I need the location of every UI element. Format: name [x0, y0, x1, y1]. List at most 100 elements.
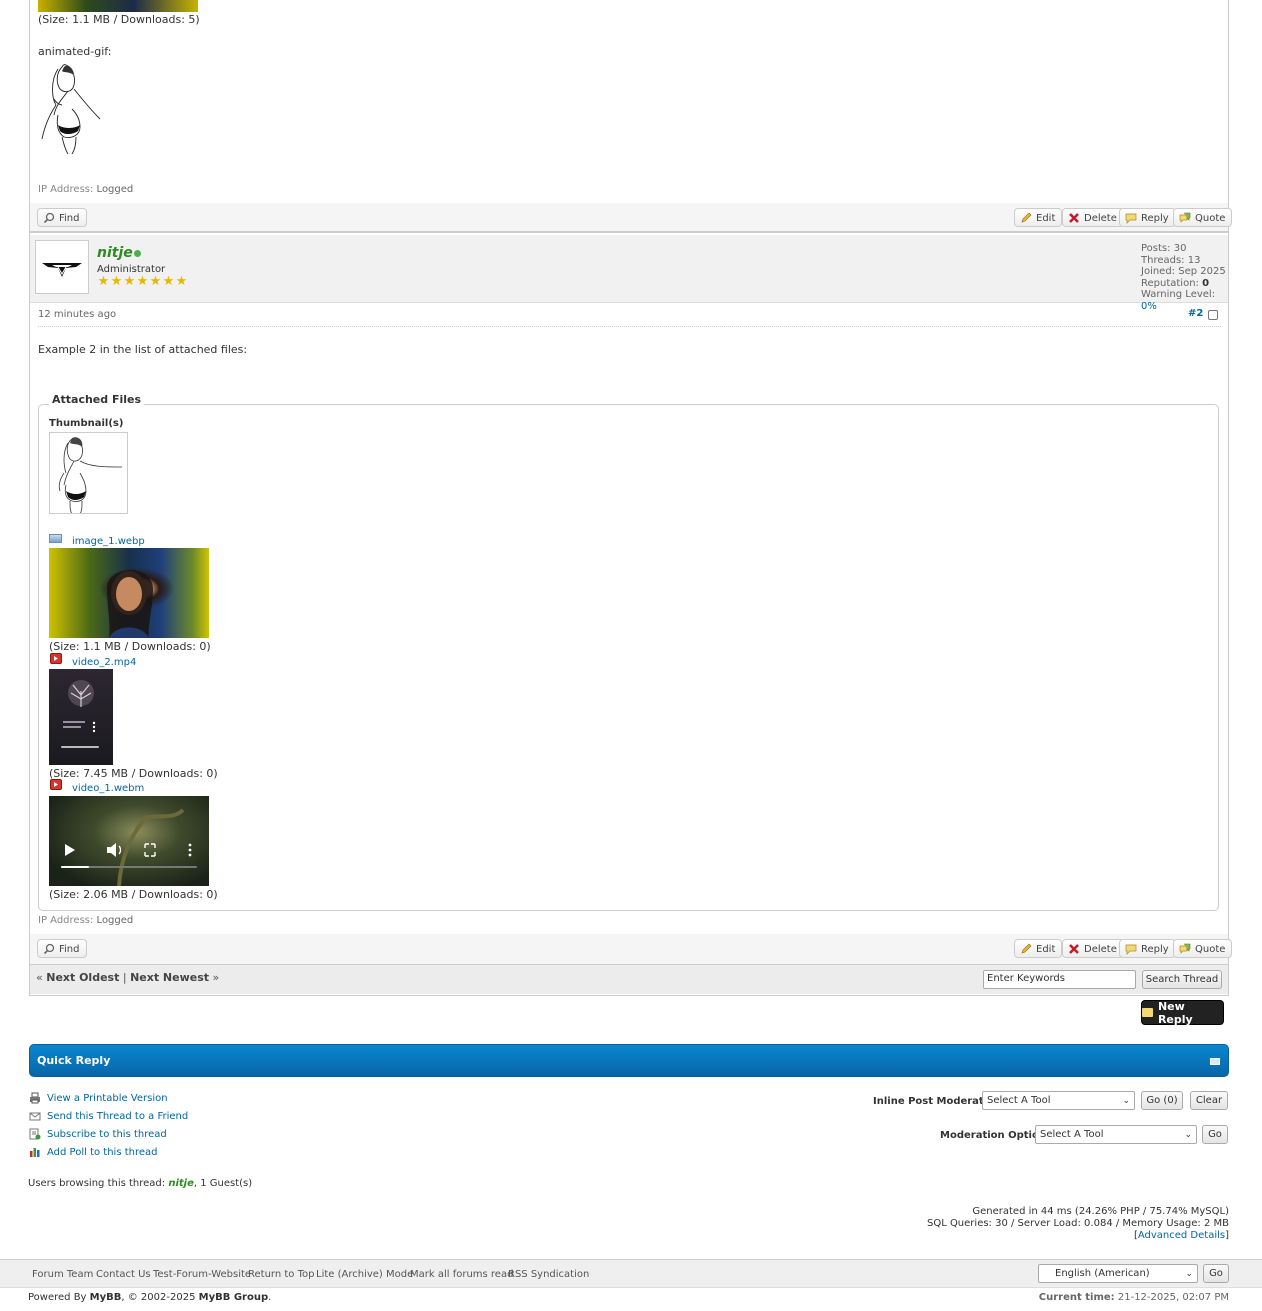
inline-moderation-select[interactable]: Select A Tool ⌄ [982, 1091, 1135, 1110]
post2-edit-label: Edit [1036, 944, 1056, 955]
inline-moderation-go-button[interactable]: Go (0) [1141, 1091, 1183, 1110]
tool-printable-label[interactable]: View a Printable Version [47, 1093, 168, 1104]
footer-links-bar: Forum Team Contact Us Test-Forum-Website… [0, 1259, 1262, 1288]
quick-reply-bar[interactable]: Quick Reply [29, 1044, 1229, 1077]
thread-nav-links: « Next Oldest | Next Newest » [36, 971, 219, 984]
tool-printable[interactable]: View a Printable Version [29, 1089, 188, 1107]
post2-delete-label: Delete [1084, 944, 1117, 955]
advanced-details-link[interactable]: Advanced Details [1138, 1230, 1225, 1241]
thread-posts-container: (Size: 1.1 MB / Downloads: 5) animated-g… [29, 0, 1233, 996]
post2-ip-label: IP Address: [38, 915, 94, 926]
moderation-options-go-button[interactable]: Go [1202, 1125, 1228, 1144]
post1-reply-button[interactable]: Reply [1119, 208, 1176, 227]
footer-link-website[interactable]: Test-Forum-Website [153, 1269, 251, 1280]
powered-by: Powered By MyBB, © 2002-2025 MyBB Group. [28, 1292, 271, 1303]
footer-link-return-top[interactable]: Return to Top [248, 1269, 314, 1280]
next-newest-link[interactable]: Next Newest [130, 971, 209, 984]
post2-permalink[interactable]: #2 [1188, 308, 1203, 319]
search-thread-input[interactable]: Enter Keywords [983, 970, 1136, 989]
attachment-link-video-2[interactable]: video_2.mp4 [72, 657, 136, 668]
tool-subscribe-label[interactable]: Subscribe to this thread [47, 1129, 167, 1140]
post2-find-button[interactable]: Find [37, 939, 87, 958]
inline-moderation-clear-button[interactable]: Clear [1190, 1091, 1228, 1110]
footer-link-lite-mode[interactable]: Lite (Archive) Mode [316, 1269, 413, 1280]
next-oldest-link[interactable]: Next Oldest [46, 971, 119, 984]
current-time-label: Current time: [1038, 1292, 1115, 1303]
star-icon: ★ [97, 274, 110, 289]
image-1-preview[interactable] [49, 548, 209, 638]
video-file-icon [50, 653, 62, 664]
post1-find-button[interactable]: Find [37, 208, 87, 227]
video-2-size: (Size: 7.45 MB / Downloads: 0) [49, 767, 218, 780]
tool-send-friend-label[interactable]: Send this Thread to a Friend [47, 1111, 188, 1122]
moderation-options-select[interactable]: Select A Tool ⌄ [1035, 1125, 1197, 1144]
post1-animated-gif-image[interactable] [38, 59, 108, 155]
new-reply-button[interactable]: New Reply [1141, 1000, 1224, 1026]
users-browsing-suffix: , 1 Guest(s) [193, 1178, 253, 1189]
speech-bubble-icon [1124, 943, 1137, 956]
star-icon: ★ [110, 274, 123, 289]
post2-reply-button[interactable]: Reply [1119, 939, 1176, 958]
subscribe-icon [29, 1128, 41, 1140]
mybb-group-link[interactable]: MyBB Group [199, 1292, 268, 1303]
tool-add-poll[interactable]: Add Poll to this thread [29, 1143, 188, 1161]
post2-ip-row: IP Address: Logged [38, 915, 133, 926]
post2-edit-button[interactable]: Edit [1014, 939, 1063, 958]
poll-icon [29, 1146, 41, 1158]
star-icon: ★ [162, 274, 175, 289]
attachment-link-video-1[interactable]: video_1.webm [72, 783, 144, 794]
post1-quote-button[interactable]: Quote [1173, 208, 1233, 227]
browsing-user-link[interactable]: nitje [168, 1178, 194, 1189]
language-select[interactable]: English (American) ⌄ [1038, 1264, 1198, 1283]
post1-ip-value: Logged [96, 184, 134, 195]
debug-info: Generated in 44 ms (24.26% PHP / 75.74% … [927, 1206, 1229, 1242]
footer-link-contact-us[interactable]: Contact Us [96, 1269, 151, 1280]
pencil-icon [1019, 212, 1032, 225]
language-go-button[interactable]: Go [1203, 1264, 1229, 1283]
footer-link-forum-team[interactable]: Forum Team [32, 1269, 93, 1280]
current-time: Current time: 21-12-2025, 02:07 PM [1039, 1292, 1229, 1303]
post1-reply-label: Reply [1141, 213, 1169, 224]
post1-ip-label: IP Address: [38, 184, 94, 195]
video-1-player[interactable] [49, 796, 209, 886]
post2-username[interactable]: nitje [97, 245, 133, 261]
next-arrow: » [212, 971, 220, 984]
language-value: English (American) [1055, 1268, 1150, 1279]
pencil-icon [1019, 943, 1032, 956]
star-icon: ★ [175, 274, 188, 289]
post2-quote-button[interactable]: Quote [1173, 939, 1233, 958]
attachment-link-image-1[interactable]: image_1.webp [72, 536, 145, 547]
mybb-link[interactable]: MyBB [90, 1292, 122, 1303]
magnifier-icon [42, 212, 55, 225]
stat-reputation: Reputation: 0 [1141, 277, 1210, 289]
red-x-icon [1067, 212, 1080, 225]
thread-tools-list: View a Printable Version Send this Threa… [29, 1089, 188, 1161]
tool-subscribe[interactable]: Subscribe to this thread [29, 1125, 188, 1143]
search-thread-button[interactable]: Search Thread [1142, 970, 1222, 989]
attached-files-legend: Attached Files [49, 393, 145, 406]
post2-select-checkbox[interactable] [1208, 310, 1218, 320]
tool-send-friend[interactable]: Send this Thread to a Friend [29, 1107, 188, 1125]
post1-delete-label: Delete [1084, 213, 1117, 224]
image-1-size: (Size: 1.1 MB / Downloads: 0) [49, 640, 211, 653]
post2-reply-label: Reply [1141, 944, 1169, 955]
post1-image-thumb-bottom[interactable] [38, 0, 198, 12]
post2-controls-bar: Find Edit Delete Reply Quote [30, 934, 1233, 964]
post2-delete-button[interactable]: Delete [1062, 939, 1124, 958]
debug-close-bracket: ] [1225, 1230, 1229, 1241]
magnifier-icon [42, 943, 55, 956]
chevron-down-icon: ⌄ [1184, 1129, 1192, 1140]
reputation-link[interactable]: 0 [1202, 278, 1209, 289]
footer-link-rss[interactable]: RSS Syndication [508, 1269, 589, 1280]
footer-link-mark-read[interactable]: Mark all forums read [410, 1269, 513, 1280]
collapse-icon[interactable] [1210, 1058, 1220, 1065]
video-2-player[interactable] [49, 669, 113, 765]
post1-delete-button[interactable]: Delete [1062, 208, 1124, 227]
attachment-thumbnail[interactable] [49, 432, 128, 514]
prev-arrow: « [36, 971, 43, 984]
tool-add-poll-label[interactable]: Add Poll to this thread [47, 1147, 158, 1158]
post1-edit-button[interactable]: Edit [1014, 208, 1063, 227]
avatar[interactable] [35, 240, 89, 294]
users-browsing-prefix: Users browsing this thread: [28, 1178, 166, 1189]
star-icon: ★ [149, 274, 162, 289]
